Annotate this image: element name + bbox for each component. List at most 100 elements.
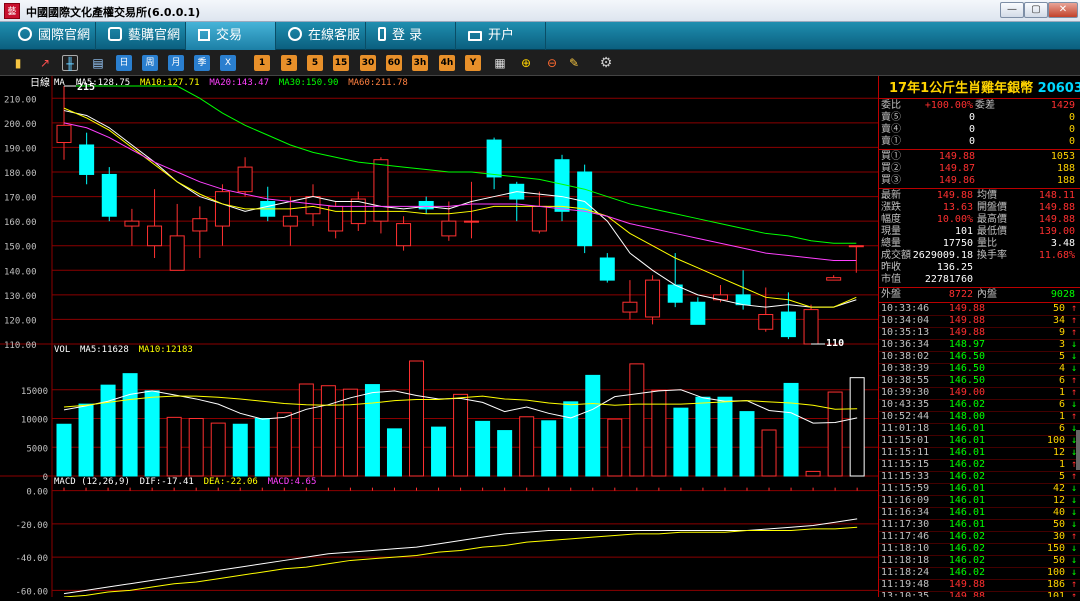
grid-icon[interactable]: ▦: [492, 55, 508, 71]
minute-30-button[interactable]: 30: [360, 55, 376, 71]
arrow-up-icon: ↑: [1070, 387, 1077, 398]
zoom-out-icon[interactable]: ⊖: [544, 55, 560, 71]
tick-price: 148.97: [948, 339, 985, 350]
bid-row: 買① 149.88 1053: [879, 151, 1080, 163]
minute-label: 3: [285, 58, 293, 68]
nav-item-login[interactable]: 登 录: [366, 22, 456, 50]
line-chart-icon[interactable]: ↗: [37, 55, 53, 71]
arrow-up-icon: ↑: [1070, 303, 1077, 314]
tick-row: 10:33:46 149.88 50 ↑: [879, 303, 1080, 315]
bid-level-label: 買①: [881, 151, 901, 162]
tick-price: 146.01: [948, 435, 985, 446]
nav-item-trade[interactable]: 交易: [186, 22, 276, 50]
chart-canvas[interactable]: 110.00 120.00 130.00 140.00 150.00 160.00 170.…: [0, 76, 878, 598]
settings-icon[interactable]: ⚙: [598, 55, 614, 71]
tick-time: 11:01:18: [881, 423, 930, 434]
tick-time: 11:18:18: [881, 555, 930, 566]
quote-panel: 17年1公斤生肖雞年銀幣 206037 委比+100.00%委差1429賣⑤00…: [878, 76, 1080, 597]
minimize-button[interactable]: —: [1000, 2, 1024, 18]
tick-qty: 6: [1058, 375, 1065, 386]
y-tick-label: 180.00: [4, 169, 37, 179]
nav-item-open-account[interactable]: 开户: [456, 22, 546, 50]
tick-row: 11:15:11 146.01 12 ↓: [879, 447, 1080, 459]
candle-body: [803, 309, 819, 345]
dea-line: [63, 526, 858, 598]
maximize-button[interactable]: ▢: [1024, 2, 1048, 18]
bar-chart-icon[interactable]: ▮: [10, 55, 26, 71]
tick-price: 149.88: [948, 303, 985, 314]
calendar-icon[interactable]: ▤: [90, 55, 106, 71]
candle-body: [826, 277, 842, 281]
period-week-button[interactable]: 周: [142, 55, 158, 71]
bid-row: 買③ 149.86 188: [879, 175, 1080, 187]
draw-icon[interactable]: ✎: [566, 55, 582, 71]
tick-time: 11:15:01: [881, 435, 930, 446]
window-title: 中國國際文化產權交易所(6.0.0.1): [26, 6, 201, 19]
ask-qty: 0: [1068, 112, 1075, 123]
nav-label: 开户: [488, 28, 515, 43]
quote-ratio-row: 委比 +100.00% 委差 1429: [879, 100, 1080, 112]
tick-price: 146.01: [948, 507, 985, 518]
volume-bar: [254, 418, 270, 477]
tick-time: 11:15:15: [881, 459, 930, 470]
volume-bar: [827, 391, 843, 477]
volume-bar: [232, 423, 248, 477]
hour-3-button[interactable]: 3h: [412, 55, 428, 71]
tick-price: 146.02: [948, 567, 985, 578]
ma-legend-label: MA20:143.47: [209, 78, 269, 88]
tick-qty: 34: [1052, 315, 1065, 326]
quote-separator: [879, 149, 1080, 150]
ask-price: 0: [968, 136, 975, 147]
candle-body: [780, 311, 796, 338]
tick-price: 146.01: [948, 483, 985, 494]
scrollbar-thumb[interactable]: [1076, 430, 1080, 470]
arrow-down-icon: ↓: [1070, 555, 1077, 566]
minute-5-button[interactable]: 5: [307, 55, 323, 71]
nav-item-art-site[interactable]: 藝購官網: [96, 22, 186, 50]
quote-key: 委比: [881, 100, 901, 111]
volume-bar: [783, 382, 799, 477]
arrow-up-icon: ↑: [1070, 591, 1077, 597]
dif-line: [63, 518, 858, 595]
nav-item-support[interactable]: 在線客服: [276, 22, 366, 50]
vol-ma-legend-label: MA10:12183: [139, 345, 193, 355]
hour-4-button[interactable]: 4h: [439, 55, 455, 71]
macd-legend-label: DIF:-17.41: [140, 477, 194, 487]
chart-pane[interactable]: 110.00 120.00 130.00 140.00 150.00 160.00 170.…: [0, 76, 878, 598]
candle-body: [79, 144, 95, 175]
nav-item-intl-site[interactable]: 國際官網: [0, 22, 96, 50]
minute-1-button[interactable]: 1: [254, 55, 270, 71]
arrow-down-icon: ↓: [1070, 399, 1077, 410]
period-month-button[interactable]: 月: [168, 55, 184, 71]
candle-body: [758, 314, 774, 330]
stat-value: 11.68%: [1038, 250, 1075, 261]
candle-body: [690, 301, 706, 325]
volume-bar: [607, 418, 623, 477]
ask-level-label: 賣⑤: [881, 112, 901, 123]
stat-key: 最新: [881, 190, 901, 201]
period-day-button[interactable]: 日: [116, 55, 132, 71]
period-x-button[interactable]: X: [220, 55, 236, 71]
year-button[interactable]: Y: [465, 55, 481, 71]
candlestick-icon[interactable]: ╫: [62, 55, 78, 71]
zoom-in-icon[interactable]: ⊕: [518, 55, 534, 71]
tick-qty: 6: [1058, 423, 1065, 434]
volume-bar: [739, 411, 755, 477]
minute-15-button[interactable]: 15: [333, 55, 349, 71]
ma30-line: [64, 85, 857, 244]
tick-time: 11:17:30: [881, 519, 930, 530]
close-button[interactable]: ✕: [1048, 2, 1078, 18]
volume-bar: [320, 385, 336, 477]
bid-row: 買② 149.87 188: [879, 163, 1080, 175]
tick-row: 11:15:15 146.02 1 ↑: [879, 459, 1080, 471]
period-label: X: [224, 58, 232, 68]
minute-60-button[interactable]: 60: [386, 55, 402, 71]
tick-row: 11:18:24 146.02 100 ↓: [879, 567, 1080, 579]
stat-key: 市值: [881, 274, 901, 285]
arrow-down-icon: ↓: [1070, 351, 1077, 362]
tick-time: 11:15:11: [881, 447, 930, 458]
minute-3-button[interactable]: 3: [281, 55, 297, 71]
tick-time: 10:36:34: [881, 339, 930, 350]
period-quarter-button[interactable]: 季: [194, 55, 210, 71]
tick-qty: 1: [1058, 387, 1065, 398]
